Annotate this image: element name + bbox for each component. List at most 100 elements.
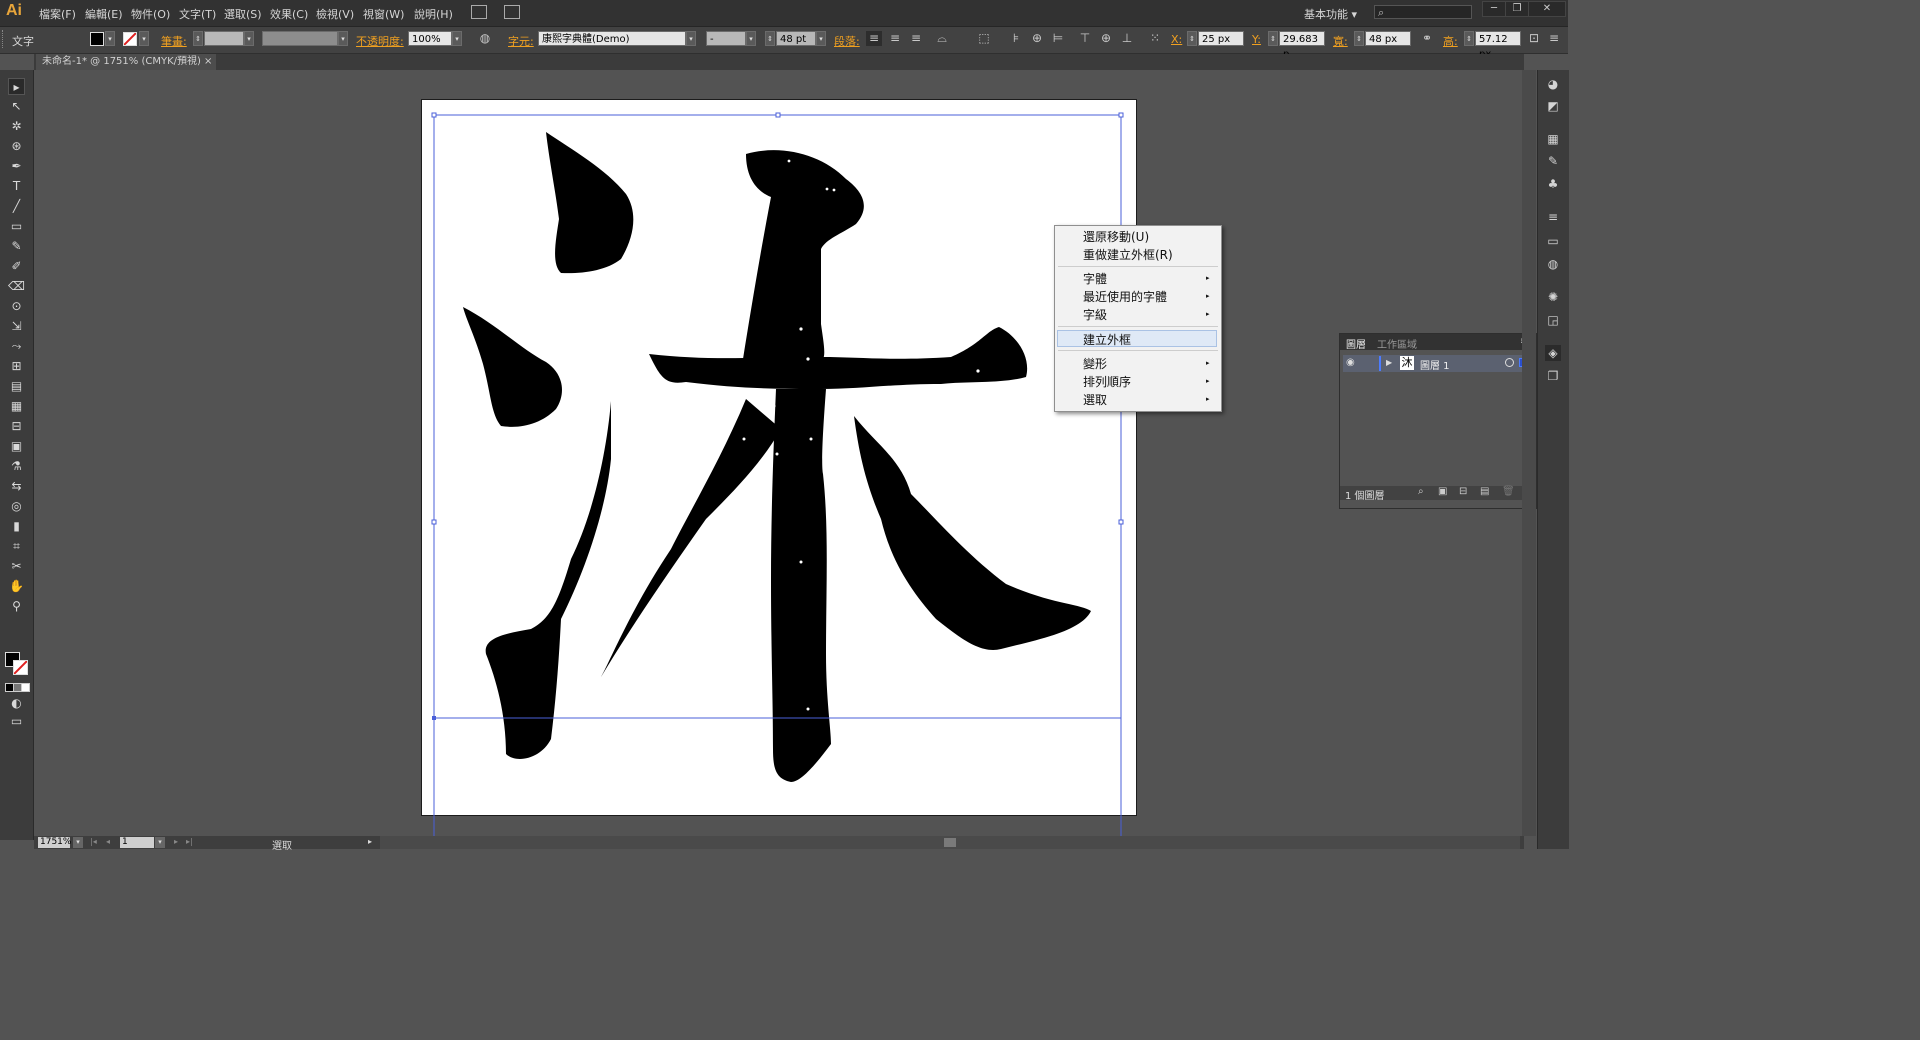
zoom-tool-icon[interactable]: ⚲ — [8, 598, 25, 615]
opacity-label[interactable]: 不透明度: — [356, 33, 404, 49]
eye-icon[interactable]: ◉ — [1346, 357, 1355, 368]
restore-button[interactable]: ❐ — [1505, 1, 1529, 17]
font-family-field[interactable]: 康熙字典體(Demo) — [538, 31, 686, 46]
brushes-icon[interactable]: ✎ — [1545, 153, 1561, 169]
horizontal-scroll-thumb[interactable] — [944, 838, 956, 847]
stroke-none-swatch[interactable] — [123, 32, 137, 46]
delete-layer-icon[interactable]: 🗑 — [1502, 486, 1515, 497]
stroke-panel-icon[interactable]: ≡ — [1545, 209, 1561, 225]
align-top-edges-icon[interactable]: ⊤ — [1077, 31, 1093, 46]
stroke-color-box[interactable] — [13, 660, 28, 675]
align-to-icon[interactable]: ⬚ — [976, 31, 992, 46]
menu-arrange[interactable]: 排列順序 — [1083, 373, 1131, 390]
x-label[interactable]: X: — [1171, 33, 1182, 46]
eraser-tool-icon[interactable]: ⌫ — [8, 278, 25, 295]
document-tab[interactable]: 未命名-1* @ 1751% (CMYK/預視) × — [36, 54, 216, 70]
character-label[interactable]: 字元: — [508, 33, 534, 49]
menu-font[interactable]: 字體 — [1083, 270, 1107, 287]
profile-dropdown[interactable]: ▾ — [338, 31, 348, 46]
scale-tool-icon[interactable]: ⇲ — [8, 318, 25, 335]
font-style-dropdown[interactable]: ▾ — [746, 31, 756, 46]
free-transform-tool-icon[interactable]: ⊞ — [8, 358, 25, 375]
none-mode-icon[interactable] — [21, 683, 30, 692]
opacity-dropdown[interactable]: ▾ — [452, 31, 462, 46]
height-label[interactable]: 高: — [1443, 33, 1458, 49]
rectangle-tool-icon[interactable]: ▭ — [8, 218, 25, 235]
menu-window[interactable]: 視窗(W) — [363, 6, 404, 22]
direct-selection-tool-icon[interactable]: ↖ — [8, 98, 25, 115]
symbol-sprayer-tool-icon[interactable]: ◎ — [8, 498, 25, 515]
tab-artboards[interactable]: 工作區域 — [1377, 336, 1417, 351]
stroke-label[interactable]: 筆畫: — [161, 33, 187, 49]
zoom-dropdown[interactable]: ▾ — [73, 837, 83, 848]
stroke-weight-field[interactable] — [204, 31, 244, 46]
menu-effect[interactable]: 效果(C) — [270, 6, 308, 22]
target-icon[interactable] — [1505, 358, 1514, 367]
align-vertical-center-icon[interactable]: ⊕ — [1098, 31, 1114, 46]
layer-name[interactable]: 圖層 1 — [1420, 357, 1450, 372]
search-field[interactable]: ⌕ — [1374, 5, 1472, 19]
menu-recent-fonts[interactable]: 最近使用的字體 — [1083, 288, 1167, 305]
bridge-icon[interactable] — [471, 5, 487, 19]
menu-undo-move[interactable]: 還原移動(U) — [1083, 228, 1149, 245]
symbols-icon[interactable]: ♣ — [1545, 176, 1561, 192]
align-horizontal-center-icon[interactable]: ⊕ — [1029, 31, 1045, 46]
color-guide-icon[interactable]: ◩ — [1545, 98, 1561, 114]
layers-dock-icon[interactable]: ◈ — [1545, 345, 1561, 361]
width-tool-icon[interactable]: ⤳ — [8, 338, 25, 355]
menu-transform[interactable]: 變形 — [1083, 355, 1107, 372]
status-menu-arrow-icon[interactable]: ▸ — [368, 837, 372, 846]
artboard-dropdown[interactable]: ▾ — [155, 837, 165, 848]
selection-tool-icon[interactable]: ▸ — [8, 78, 25, 95]
font-style-field[interactable]: - — [706, 31, 746, 46]
menu-select[interactable]: 選取 — [1083, 391, 1107, 408]
width-field[interactable]: 48 px — [1365, 31, 1411, 46]
width-label[interactable]: 寬: — [1333, 33, 1348, 49]
fill-dropdown[interactable]: ▾ — [105, 31, 115, 46]
pen-tool-icon[interactable]: ✒ — [8, 158, 25, 175]
tab-layers[interactable]: 圖層 — [1346, 336, 1366, 351]
y-stepper[interactable]: ⇕ — [1268, 31, 1278, 46]
menu-file[interactable]: 檔案(F) — [39, 6, 76, 22]
menu-edit[interactable]: 編輯(E) — [85, 6, 123, 22]
font-size-dropdown[interactable]: ▾ — [816, 31, 826, 46]
artboard-tool-icon[interactable]: ⌗ — [8, 538, 25, 555]
paintbrush-tool-icon[interactable]: ✎ — [8, 238, 25, 255]
paragraph-label[interactable]: 段落: — [834, 33, 860, 49]
glyph-outline-canvas[interactable] — [421, 99, 1137, 844]
menu-redo-create-outlines[interactable]: 重做建立外框(R) — [1083, 246, 1173, 263]
first-artboard-icon[interactable]: |◂ — [90, 837, 97, 846]
swatches-icon[interactable]: ▦ — [1545, 131, 1561, 147]
shape-builder-tool-icon[interactable]: ▤ — [8, 378, 25, 395]
opacity-field[interactable]: 100% — [408, 31, 452, 46]
font-size-stepper[interactable]: ⇕ — [765, 31, 775, 46]
menu-create-outlines[interactable]: 建立外框 — [1083, 331, 1131, 348]
menu-font-size[interactable]: 字級 — [1083, 306, 1107, 323]
recolor-icon[interactable]: ◍ — [477, 31, 493, 46]
draw-mode-icon[interactable]: ◐ — [8, 695, 25, 712]
workspace-switcher[interactable]: 基本功能 ▾ — [1304, 6, 1357, 22]
x-field[interactable]: 25 px — [1198, 31, 1244, 46]
create-sublayer-icon[interactable]: ⊟ — [1459, 486, 1467, 497]
last-artboard-icon[interactable]: ▸| — [186, 837, 193, 846]
gradient-tool-icon[interactable]: ▣ — [8, 438, 25, 455]
variable-width-profile[interactable] — [262, 31, 338, 46]
align-left-icon[interactable]: ≡ — [866, 31, 882, 46]
transparency-panel-icon[interactable]: ◍ — [1545, 256, 1561, 272]
menu-view[interactable]: 檢視(V) — [316, 6, 354, 22]
lasso-tool-icon[interactable]: ⊛ — [8, 138, 25, 155]
eyedropper-tool-icon[interactable]: ⚗ — [8, 458, 25, 475]
magic-wand-tool-icon[interactable]: ✲ — [8, 118, 25, 135]
align-center-icon[interactable]: ≡ — [887, 31, 903, 46]
make-clipping-mask-icon[interactable]: ▣ — [1438, 486, 1447, 497]
locate-object-icon[interactable]: ⌕ — [1418, 486, 1424, 497]
stroke-weight-dropdown[interactable]: ▾ — [244, 31, 254, 46]
menu-select[interactable]: 選取(S) — [224, 6, 262, 22]
width-stepper[interactable]: ⇕ — [1354, 31, 1364, 46]
blend-tool-icon[interactable]: ⇆ — [8, 478, 25, 495]
font-family-dropdown[interactable]: ▾ — [686, 31, 696, 46]
menu-help[interactable]: 說明(H) — [414, 6, 453, 22]
menu-type[interactable]: 文字(T) — [179, 6, 216, 22]
gradient-panel-icon[interactable]: ▭ — [1545, 233, 1561, 249]
minimize-button[interactable]: ─ — [1482, 1, 1506, 17]
